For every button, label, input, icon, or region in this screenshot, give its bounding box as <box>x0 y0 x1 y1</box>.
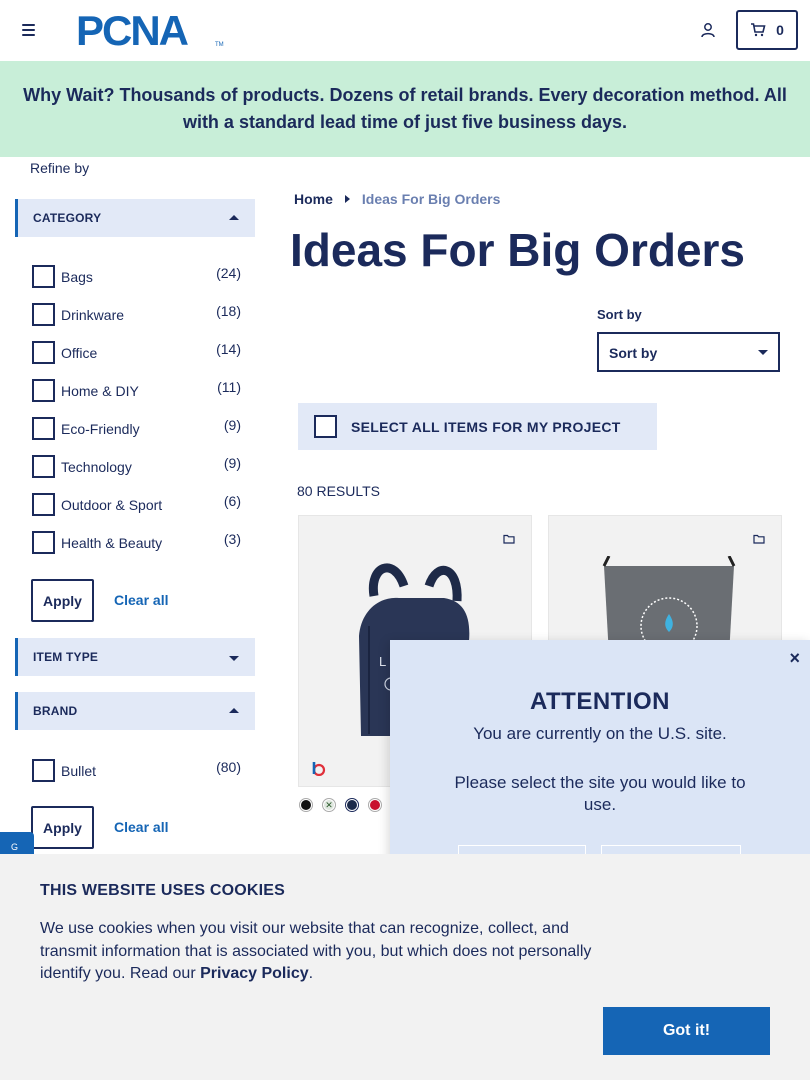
filter-eco-friendly[interactable]: Eco-Friendly (9) <box>32 415 242 440</box>
checkbox[interactable] <box>32 303 55 326</box>
select-all-label: SELECT ALL ITEMS FOR MY PROJECT <box>351 419 621 435</box>
swatch-fill <box>370 800 380 810</box>
brand-apply-button[interactable]: Apply <box>31 806 94 849</box>
close-icon[interactable]: × <box>789 648 800 669</box>
filter-health-beauty[interactable]: Health & Beauty (3) <box>32 529 242 554</box>
account-icon[interactable] <box>700 22 716 38</box>
page-title: Ideas For Big Orders <box>290 224 746 276</box>
filter-count: (6) <box>223 493 241 509</box>
item-type-title: ITEM TYPE <box>33 650 99 664</box>
cart-button[interactable]: 0 <box>736 10 798 50</box>
filter-count: (18) <box>216 303 241 319</box>
breadcrumb-home[interactable]: Home <box>294 191 333 207</box>
swatch-fill <box>347 800 357 810</box>
category-title: CATEGORY <box>33 211 102 225</box>
filter-label: Drinkware <box>61 307 125 323</box>
filter-label: Eco-Friendly <box>61 421 140 437</box>
brand-clear-all-link[interactable]: Clear all <box>114 819 168 835</box>
filter-count: (9) <box>223 417 241 433</box>
breadcrumb-current: Ideas For Big Orders <box>361 191 501 207</box>
filter-label: Outdoor & Sport <box>61 497 163 513</box>
side-tab-text: G <box>11 842 19 852</box>
brand-title: BRAND <box>33 704 78 718</box>
swatch-natural[interactable]: ✕ <box>322 798 336 812</box>
cookie-banner: THIS WEBSITE USES COOKIES We use cookies… <box>0 854 810 1080</box>
filter-office[interactable]: Office (14) <box>32 339 242 364</box>
sort-select[interactable]: Sort by <box>597 332 780 372</box>
cart-icon <box>751 23 766 37</box>
checkbox[interactable] <box>32 265 55 288</box>
filter-label: Office <box>61 345 98 361</box>
color-swatches: ✕ <box>299 798 382 812</box>
dialog-instruction-text: Please select the site you would like to… <box>454 773 746 814</box>
filter-count: (11) <box>217 379 241 395</box>
filter-label: Technology <box>61 459 132 475</box>
dialog-title: ATTENTION <box>529 688 671 715</box>
filter-label: Bullet <box>61 763 97 779</box>
results-count: 80 RESULTS <box>297 483 380 499</box>
cookie-body: We use cookies when you visit our websit… <box>40 920 592 982</box>
accept-cookies-button[interactable]: Got it! <box>603 1007 770 1055</box>
dialog-current-site-text: You are currently on the U.S. site. <box>473 724 727 743</box>
item-type-accordion[interactable]: ITEM TYPE <box>15 638 255 676</box>
select-all-checkbox[interactable] <box>314 415 337 438</box>
filter-count: (3) <box>223 531 241 547</box>
category-clear-all-link[interactable]: Clear all <box>114 592 168 608</box>
add-to-project-icon[interactable] <box>753 534 765 544</box>
swatch-navy[interactable] <box>345 798 359 812</box>
refine-label: Refine by <box>30 160 90 176</box>
checkbox[interactable] <box>32 341 55 364</box>
checkbox[interactable] <box>32 455 55 478</box>
swatch-fill: ✕ <box>324 800 334 810</box>
filter-bullet[interactable]: Bullet (80) <box>32 757 242 782</box>
caret-up-icon <box>229 708 239 713</box>
filter-drinkware[interactable]: Drinkware (18) <box>32 301 242 326</box>
filter-label: Bags <box>61 269 93 285</box>
category-accordion[interactable]: CATEGORY <box>15 199 255 237</box>
swatch-fill <box>301 800 311 810</box>
filter-label: Health & Beauty <box>61 535 163 551</box>
promo-banner: Why Wait? Thousands of products. Dozens … <box>0 61 810 157</box>
menu-icon[interactable] <box>22 24 35 36</box>
cookie-period: . <box>308 965 314 982</box>
cookie-text: We use cookies when you visit our websit… <box>40 918 610 986</box>
breadcrumb: Home Ideas For Big Orders <box>294 191 500 207</box>
privacy-policy-link[interactable]: Privacy Policy <box>200 965 309 982</box>
pcna-logo[interactable]: PCNA <box>76 10 189 52</box>
brand-accordion[interactable]: BRAND <box>15 692 255 730</box>
checkbox[interactable] <box>32 759 55 782</box>
chevron-down-icon <box>758 350 768 355</box>
filter-count: (14) <box>216 341 241 357</box>
site-header: PCNA TM 0 <box>0 0 810 61</box>
filter-home-diy[interactable]: Home & DIY (11) <box>32 377 242 402</box>
caret-up-icon <box>229 215 239 220</box>
sort-value: Sort by <box>609 345 658 361</box>
chevron-right-icon <box>344 195 350 203</box>
filter-count: (9) <box>223 455 241 471</box>
select-all-items[interactable]: SELECT ALL ITEMS FOR MY PROJECT <box>298 403 657 450</box>
filter-label: Home & DIY <box>61 383 139 399</box>
filter-count: (80) <box>216 759 241 775</box>
bullet-brand-icon <box>312 762 326 776</box>
site-select-dialog: × ATTENTION You are currently on the U.S… <box>390 640 810 883</box>
logo-trademark: TM <box>215 42 224 48</box>
add-to-project-icon[interactable] <box>503 534 515 544</box>
caret-down-icon <box>229 656 239 661</box>
filter-outdoor-sport[interactable]: Outdoor & Sport (6) <box>32 491 242 516</box>
filter-count: (24) <box>216 265 241 281</box>
swatch-black[interactable] <box>299 798 313 812</box>
cookie-title: THIS WEBSITE USES COOKIES <box>40 882 286 899</box>
sort-label: Sort by <box>597 307 642 322</box>
checkbox[interactable] <box>32 493 55 516</box>
swatch-red[interactable] <box>368 798 382 812</box>
category-apply-button[interactable]: Apply <box>31 579 94 622</box>
filter-technology[interactable]: Technology (9) <box>32 453 242 478</box>
checkbox[interactable] <box>32 531 55 554</box>
checkbox[interactable] <box>32 417 55 440</box>
checkbox[interactable] <box>32 379 55 402</box>
promo-text: Why Wait? Thousands of products. Dozens … <box>23 85 787 132</box>
filter-bags[interactable]: Bags (24) <box>32 263 242 288</box>
svg-text:L: L <box>379 654 386 669</box>
cart-count: 0 <box>776 22 784 38</box>
